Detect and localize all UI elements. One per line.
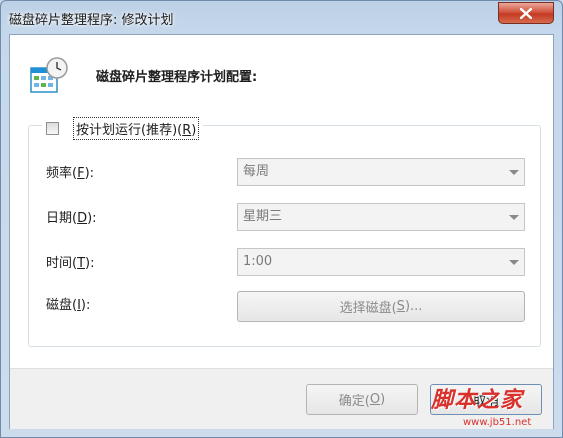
chevron-down-icon <box>509 170 519 175</box>
time-value: 1:00 <box>243 254 273 269</box>
schedule-checkbox[interactable] <box>46 121 59 135</box>
frequency-select[interactable]: 每周 <box>237 158 525 186</box>
frequency-label: 频率(F): <box>46 166 95 181</box>
chevron-down-icon <box>509 215 519 220</box>
select-disks-button[interactable]: 选择磁盘(S)... <box>237 291 525 322</box>
close-button[interactable] <box>498 2 554 24</box>
schedule-checkbox-label[interactable]: 按计划运行(推荐)(R) <box>73 116 200 140</box>
disk-label: 磁盘(I): <box>46 298 91 313</box>
window-title: 磁盘碎片整理程序: 修改计划 <box>9 13 174 28</box>
watermark-url: www.jb51.net <box>463 417 532 428</box>
chevron-down-icon <box>509 260 519 265</box>
frequency-value: 每周 <box>243 164 270 179</box>
dialog-window: 磁盘碎片整理程序: 修改计划 磁盘碎片整理程序计划配置: 按计划运行(推荐)(R… <box>0 0 563 438</box>
ok-button[interactable]: 确定(O) <box>306 384 418 415</box>
time-select[interactable]: 1:00 <box>237 248 525 276</box>
date-value: 星期三 <box>243 209 283 224</box>
header-title: 磁盘碎片整理程序计划配置: <box>96 70 258 85</box>
defrag-schedule-icon <box>30 57 68 93</box>
title-bar[interactable]: 磁盘碎片整理程序: 修改计划 <box>1 1 562 35</box>
dialog-content: 磁盘碎片整理程序计划配置: 按计划运行(推荐)(R) 频率(F): 每周 日期(… <box>9 34 554 429</box>
watermark-logo: 脚本之家 <box>431 387 524 413</box>
time-label: 时间(T): <box>46 256 95 271</box>
date-label: 日期(D): <box>46 211 97 226</box>
close-icon <box>520 7 532 19</box>
date-select[interactable]: 星期三 <box>237 203 525 231</box>
schedule-checkbox-row[interactable]: 按计划运行(推荐)(R) <box>42 116 204 140</box>
